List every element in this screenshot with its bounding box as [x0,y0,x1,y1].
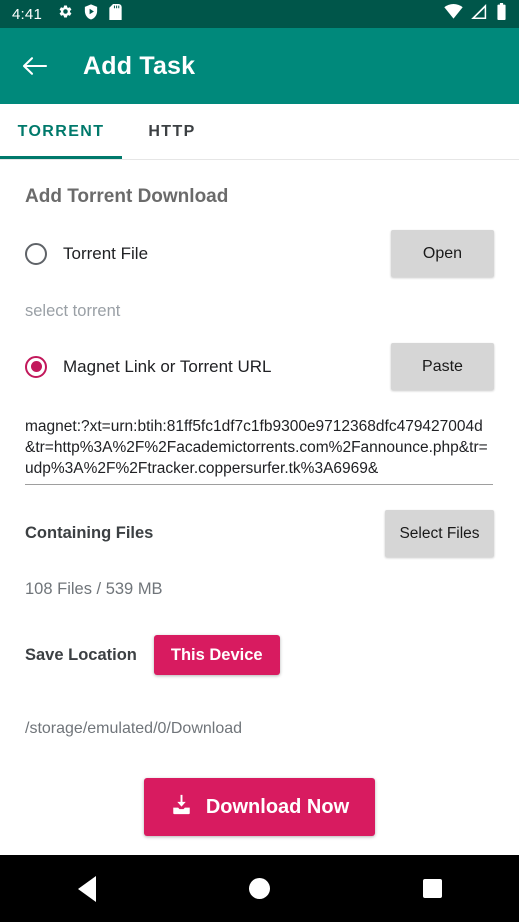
paste-button[interactable]: Paste [391,343,494,390]
torrent-file-row: Torrent File Open [25,230,494,277]
download-now-label: Download Now [205,795,350,818]
cell-signal-icon [471,4,488,24]
save-location-label: Save Location [25,645,137,664]
section-title: Add Torrent Download [25,186,229,207]
status-bar: 4:41 [0,0,519,28]
tab-http[interactable]: HTTP [122,104,222,159]
save-location-path: /storage/emulated/0/Download [25,720,243,737]
tab-http-label: HTTP [148,122,196,140]
torrent-file-label: Torrent File [63,243,149,263]
select-files-button[interactable]: Select Files [385,510,494,557]
magnet-link-label: Magnet Link or Torrent URL [63,356,272,376]
android-navigation-bar [0,855,519,922]
download-now-button[interactable]: Download Now [143,778,376,836]
containing-files-label: Containing Files [25,524,154,542]
select-torrent-placeholder[interactable]: select torrent [25,302,494,321]
magnet-link-radio[interactable] [25,355,47,378]
circle-home-icon [249,878,270,899]
arrow-left-icon [22,57,48,75]
shield-play-icon [84,3,98,25]
open-button[interactable]: Open [391,230,494,277]
save-location-row: Save Location This Device [25,635,494,675]
magnet-link-radio-option[interactable]: Magnet Link or Torrent URL [25,355,272,378]
torrent-file-radio[interactable] [25,242,47,265]
containing-files-summary: 108 Files / 539 MB [25,580,163,598]
tab-torrent[interactable]: TORRENT [0,104,122,159]
this-device-button[interactable]: This Device [153,635,280,675]
triangle-back-icon [77,875,96,902]
battery-icon [496,3,507,25]
download-button-wrapper: Download Now [25,778,494,836]
tab-bar: TORRENT HTTP [0,104,519,160]
wifi-icon [444,4,463,24]
magnet-link-value: magnet:?xt=urn:btih:81ff5fc1df7c1fb9300e… [25,418,488,477]
download-tray-icon [170,793,193,822]
torrent-file-radio-option[interactable]: Torrent File [25,242,149,265]
status-bar-right-icons [444,3,507,25]
nav-recents-button[interactable] [403,869,463,909]
nav-home-button[interactable] [230,869,290,909]
square-recents-icon [423,879,442,898]
app-bar: Add Task [0,28,519,104]
status-bar-clock: 4:41 [12,5,42,23]
android-screen: 4:41 Add Task TORRENT HTTP Add Torrent D… [0,0,519,922]
back-navigation-button[interactable] [18,49,52,83]
nav-back-button[interactable] [57,869,117,909]
tab-torrent-label: TORRENT [17,122,105,140]
gear-icon [58,4,73,24]
magnet-link-input[interactable]: magnet:?xt=urn:btih:81ff5fc1df7c1fb9300e… [25,416,493,485]
containing-files-row: Containing Files Select Files [25,510,494,557]
form-content: Add Torrent Download Torrent File Open s… [0,160,519,855]
page-title: Add Task [83,51,196,80]
magnet-link-row: Magnet Link or Torrent URL Paste [25,343,494,390]
status-bar-left-icons [58,3,122,25]
sd-card-icon [109,3,122,25]
